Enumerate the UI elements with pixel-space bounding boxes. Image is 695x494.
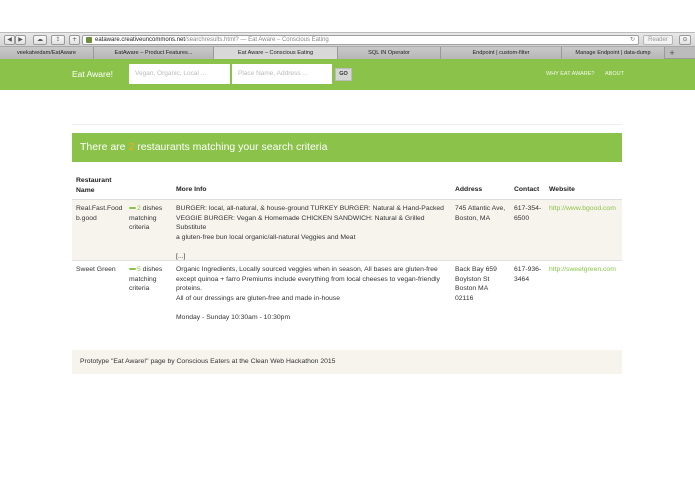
matching-dishes[interactable]: 2 dishes matching criteria	[129, 204, 162, 233]
new-tab-button[interactable]: +	[665, 47, 679, 59]
url-rest: /searchresults.html? — Eat Aware – Consc…	[185, 37, 329, 43]
info-line: VEGGIE BURGER: Vegan & Homemade CHICKEN …	[176, 214, 425, 232]
browser-tab[interactable]: SQL IN Operator	[338, 47, 441, 59]
info-line: All of our dressings are gluten-free and…	[176, 295, 340, 303]
address-line: 745 Atlantic Ave,	[455, 205, 506, 212]
nav-about[interactable]: ABOUT	[605, 71, 624, 77]
table-row: Real.Fast.Food b.good 2 dishes matching …	[72, 199, 622, 260]
share-icon[interactable]: ⇪	[51, 35, 65, 45]
info-line: proteins.	[176, 285, 203, 293]
download-icon[interactable]: ⊙	[679, 35, 691, 45]
info-line: BURGER: local, all-natural, & house-grou…	[176, 205, 444, 212]
address-line: 02116	[455, 295, 474, 303]
contact-line: 6500	[514, 214, 530, 222]
browser-tab[interactable]: EatAware – Product Features...	[94, 47, 214, 59]
browser-tab[interactable]: veekatvedam/EatAware	[0, 47, 94, 59]
contact-line: 617-936-	[514, 266, 542, 273]
restaurant-name-line: Real.Fast.Food	[76, 205, 123, 212]
more-info: Organic Ingredients, Locally sourced veg…	[176, 265, 448, 323]
browser-tab[interactable]: Endpoint | custom-filter	[441, 47, 562, 59]
header-restaurant-line2: Name	[76, 186, 95, 194]
header-restaurant-line1: Restaurant	[76, 177, 112, 184]
url-host: eataware.creativeuncommons.net	[95, 37, 186, 43]
address-line: Back Bay 659	[455, 266, 497, 273]
browser-tab[interactable]: Manage Endpoint | data-dump	[562, 47, 665, 59]
reader-button[interactable]: Reader	[643, 35, 673, 45]
banner-prefix: There are	[80, 141, 129, 153]
footer-text: Prototype "Eat Aware!" page by Conscious…	[72, 350, 622, 374]
contact-line: 3464	[514, 275, 530, 283]
address-bar[interactable]: eataware.creativeuncommons.net/searchres…	[82, 35, 639, 45]
lock-icon	[86, 37, 92, 43]
nav-why-eat-aware[interactable]: WHY EAT AWARE?	[546, 71, 595, 77]
plus-icon[interactable]: +	[69, 35, 80, 45]
dish-text: criteria	[129, 285, 150, 293]
restaurant-name-line: b.good	[76, 214, 97, 222]
location-input[interactable]: Place Name, Address ...	[232, 64, 332, 84]
restaurant-name-line: Sweet Green	[76, 266, 116, 273]
go-button[interactable]: GO	[335, 68, 352, 81]
header-address: Address	[455, 186, 483, 193]
header-more-info: More Info	[176, 186, 207, 193]
dish-text: matching	[129, 275, 157, 283]
header-restaurant-name: Restaurant Name	[76, 176, 112, 195]
cloud-icon[interactable]: ☁	[33, 35, 47, 45]
dish-bar-icon	[129, 206, 136, 210]
more-info: BURGER: local, all-natural, & house-grou…	[176, 204, 448, 262]
browser-tab-bar: veekatvedam/EatAware EatAware – Product …	[0, 47, 695, 59]
site-header: Eat Aware! Vegan, Organic, Local ... Pla…	[0, 59, 695, 90]
website-cell: http://www.bgood.com	[549, 204, 616, 214]
dish-text: matching	[129, 214, 157, 222]
browser-tab-active[interactable]: Eat Aware – Conscious Eating	[214, 47, 338, 59]
address: Back Bay 659 Boylston St Boston MA 02116	[455, 265, 497, 304]
matching-dishes[interactable]: 5 dishes matching criteria	[129, 265, 162, 294]
table-row: Sweet Green 5 dishes matching criteria O…	[72, 260, 622, 335]
reload-icon[interactable]: ↻	[630, 36, 635, 44]
dish-text: criteria	[129, 224, 150, 232]
info-line: except quinoa + farro Premiums include e…	[176, 275, 440, 283]
contact-line: 617-354-	[514, 205, 542, 212]
contact: 617-354- 6500	[514, 204, 541, 223]
brand-logo[interactable]: Eat Aware!	[72, 69, 113, 79]
restaurant-name: Sweet Green	[76, 265, 116, 275]
website-cell: http://sweetgreen.com	[549, 265, 616, 275]
hours-line: Monday - Sunday 10:30am - 10:30pm	[176, 313, 291, 321]
address-line: Boston MA	[455, 285, 489, 293]
results-banner: There are 2 restaurants matching your se…	[72, 133, 622, 162]
header-contact: Contact	[514, 186, 540, 193]
website-link[interactable]: http://www.bgood.com	[549, 205, 616, 212]
divider	[72, 124, 622, 125]
dish-text: dishes	[140, 266, 163, 273]
browser-toolbar: ◀ ▶ ☁ ⇪ + eataware.creativeuncommons.net…	[0, 32, 695, 47]
banner-suffix: restaurants matching your search criteri…	[134, 141, 328, 153]
dish-bar-icon	[129, 267, 136, 271]
forward-icon[interactable]: ▶	[15, 35, 26, 45]
header-website: Website	[549, 186, 575, 193]
address-line: Boston, MA	[455, 214, 491, 222]
back-icon[interactable]: ◀	[4, 35, 15, 45]
address: 745 Atlantic Ave, Boston, MA	[455, 204, 505, 223]
dish-text: dishes	[140, 205, 163, 212]
info-line: Organic Ingredients, Locally sourced veg…	[176, 266, 438, 273]
search-input[interactable]: Vegan, Organic, Local ...	[129, 64, 230, 84]
website-link[interactable]: http://sweetgreen.com	[549, 266, 616, 273]
address-line: Boylston St	[455, 275, 490, 283]
info-line: a gluten-free bun local organic/all-natu…	[176, 234, 356, 242]
contact: 617-936- 3464	[514, 265, 541, 284]
restaurant-name: Real.Fast.Food b.good	[76, 204, 122, 223]
